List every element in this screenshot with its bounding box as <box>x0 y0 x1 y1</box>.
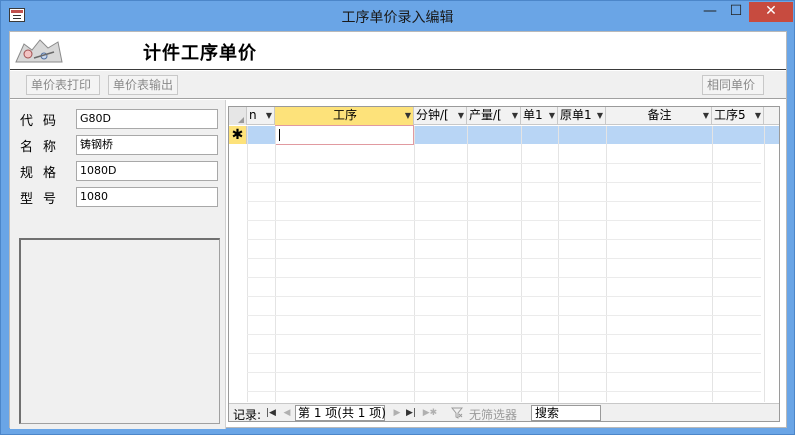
dropdown-arrow-icon[interactable]: ▼ <box>458 107 464 124</box>
column-header-label: 分钟/[ <box>416 108 449 122</box>
column-header-id[interactable]: n ▼ <box>247 107 275 125</box>
column-header-output[interactable]: 产量/[ ▼ <box>467 107 521 125</box>
column-header-process[interactable]: 工序 ▼ <box>275 107 414 125</box>
column-header-label: 产量/[ <box>469 108 502 122</box>
text-caret <box>279 129 280 141</box>
logo-icon <box>15 39 63 63</box>
grid-line <box>764 126 765 402</box>
grid-line <box>247 296 761 297</box>
form-client-area: 计件工序单价 单价表打印 单价表输出 相同单价 代码 G80D 名称 铸钢桥 规… <box>9 31 787 429</box>
dropdown-arrow-icon[interactable]: ▼ <box>512 107 518 124</box>
model-label: 型号 <box>20 192 67 207</box>
app-window: 工序单价录入编辑 — ☐ ✕ 计件工序单价 单价表打印 单价表输出 相同单价 代… <box>0 0 795 435</box>
grid-line <box>247 277 761 278</box>
dropdown-arrow-icon[interactable]: ▼ <box>405 107 411 124</box>
grid-line <box>247 201 761 202</box>
previous-record-button[interactable]: ◀ <box>281 406 293 420</box>
name-field[interactable]: 铸钢桥 <box>76 135 218 155</box>
first-record-button[interactable]: |◀ <box>265 406 277 420</box>
dropdown-arrow-icon[interactable]: ▼ <box>549 107 555 124</box>
new-record-button[interactable]: ▶✱ <box>421 406 439 420</box>
grid-line <box>712 126 713 402</box>
dropdown-arrow-icon[interactable]: ▼ <box>597 107 603 124</box>
no-filter-label: 无筛选器 <box>469 408 518 422</box>
window-title: 工序单价录入编辑 <box>341 10 454 26</box>
select-all-corner[interactable] <box>229 107 247 125</box>
grid-line <box>247 163 761 164</box>
column-header-label: 单1 <box>523 108 543 122</box>
next-record-button[interactable]: ▶ <box>391 406 403 420</box>
grid-line <box>247 391 761 392</box>
image-preview-box <box>19 238 220 424</box>
print-price-table-button[interactable]: 单价表打印 <box>26 75 100 95</box>
grid-line <box>414 126 415 402</box>
grid-line <box>247 372 761 373</box>
grid-line <box>467 126 468 402</box>
grid-line <box>247 334 761 335</box>
model-field[interactable]: 1080 <box>76 187 218 207</box>
grid-line <box>247 315 761 316</box>
grid-line <box>247 353 761 354</box>
toolbar: 单价表打印 单价表输出 相同单价 <box>10 71 786 99</box>
spec-label: 规格 <box>20 166 67 181</box>
grid-line <box>247 126 248 402</box>
process-edit-cell[interactable] <box>275 125 414 145</box>
record-navigation-bar: 记录: |◀ ◀ 第 1 项(共 1 项) ▶ ▶| ▶✱ 无筛选器 搜索 <box>229 403 779 422</box>
record-position-field[interactable]: 第 1 项(共 1 项) <box>295 405 386 421</box>
dropdown-arrow-icon[interactable]: ▼ <box>703 107 709 124</box>
process-price-grid[interactable]: n ▼ 工序 ▼ 分钟/[▼ 产量/[▼ 单1 ▼ 原单1 ▼ 备注 ▼ 工序5 ▼ ✱ <box>228 106 780 422</box>
grid-line <box>247 258 761 259</box>
form-header: 计件工序单价 <box>10 32 786 70</box>
close-button[interactable]: ✕ <box>749 2 793 22</box>
dropdown-arrow-icon[interactable]: ▼ <box>266 107 272 124</box>
column-header-label: n <box>249 108 257 122</box>
grid-line <box>247 182 761 183</box>
column-header-unit-price[interactable]: 单1 ▼ <box>521 107 558 125</box>
grid-line <box>247 239 761 240</box>
product-info-panel: 代码 G80D 名称 铸钢桥 规格 1080D 型号 1080 <box>10 100 226 429</box>
title-bar[interactable]: 工序单价录入编辑 — ☐ ✕ <box>1 1 794 29</box>
grid-line <box>558 126 559 402</box>
column-header-process-no[interactable]: 工序5 ▼ <box>712 107 764 125</box>
column-header-minutes[interactable]: 分钟/[ ▼ <box>414 107 467 125</box>
grid-header-row: n ▼ 工序 ▼ 分钟/[▼ 产量/[▼ 单1 ▼ 原单1 ▼ 备注 ▼ 工序5 ▼ <box>229 107 779 125</box>
column-header-label: 备注 <box>647 108 672 122</box>
column-header-label: 原单1 <box>560 108 592 122</box>
name-label: 名称 <box>20 140 67 155</box>
same-price-button[interactable]: 相同单价 <box>702 75 764 95</box>
column-header-original-price[interactable]: 原单1 ▼ <box>558 107 606 125</box>
column-header-label: 工序 <box>332 108 357 122</box>
record-label: 记录: <box>233 408 262 422</box>
dropdown-arrow-icon[interactable]: ▼ <box>755 107 761 124</box>
code-label: 代码 <box>20 114 67 129</box>
column-header-remark[interactable]: 备注 ▼ <box>606 107 712 125</box>
export-price-table-button[interactable]: 单价表输出 <box>108 75 178 95</box>
search-input[interactable]: 搜索 <box>531 405 601 421</box>
filter-icon <box>451 407 463 419</box>
code-field[interactable]: G80D <box>76 109 218 129</box>
grid-line <box>606 126 607 402</box>
last-record-button[interactable]: ▶| <box>405 406 417 420</box>
grid-line <box>521 126 522 402</box>
column-header-label: 工序5 <box>714 108 746 122</box>
spec-field[interactable]: 1080D <box>76 161 218 181</box>
minimize-button[interactable]: — <box>697 2 723 22</box>
record-selector-new-icon[interactable]: ✱ <box>229 126 247 144</box>
grid-line <box>275 126 276 402</box>
maximize-button[interactable]: ☐ <box>723 2 749 22</box>
form-title: 计件工序单价 <box>143 43 257 64</box>
grid-line <box>247 220 761 221</box>
